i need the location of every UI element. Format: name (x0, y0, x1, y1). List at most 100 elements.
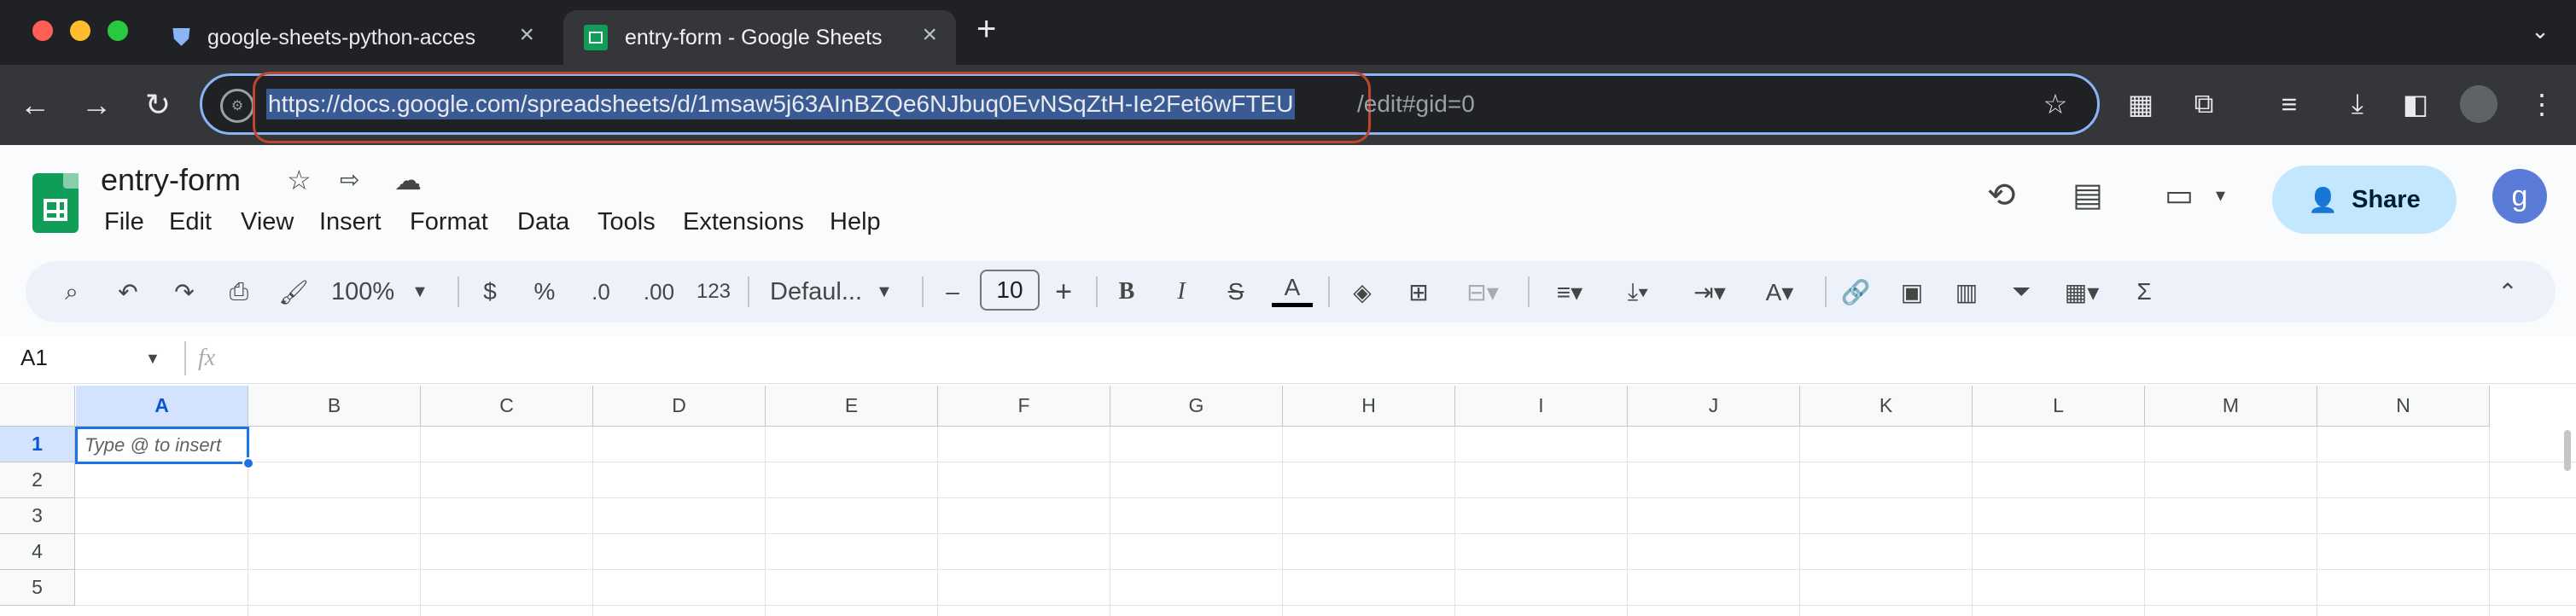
decrease-decimal-button[interactable]: .0 (580, 271, 621, 312)
fill-handle[interactable] (242, 457, 254, 469)
filter-views-icon[interactable]: ▦▾ (2054, 271, 2110, 312)
url-rest-text[interactable]: /edit#gid=0 (1357, 89, 1475, 119)
zoom-select[interactable]: 100% ▼ (331, 271, 437, 312)
print-icon[interactable]: ⎙ (219, 271, 259, 312)
move-folder-icon[interactable]: ⇨ (340, 166, 359, 194)
meet-camera-icon[interactable]: ▭ (2165, 177, 2194, 213)
strikethrough-button[interactable]: S (1219, 271, 1253, 312)
account-avatar[interactable]: g (2492, 169, 2547, 224)
document-title[interactable]: entry-form (101, 162, 241, 198)
redo-icon[interactable]: ↷ (164, 271, 205, 312)
profile-avatar-icon[interactable] (2460, 85, 2497, 123)
url-selected-text[interactable]: https://docs.google.com/spreadsheets/d/1… (266, 89, 1296, 119)
column-header-h[interactable]: H (1283, 386, 1455, 427)
extensions-icon[interactable]: ⧉ (2185, 85, 2223, 123)
text-wrapping-icon[interactable]: ⇥▾ (1681, 271, 1738, 312)
bookmark-star-icon[interactable]: ☆ (2037, 85, 2074, 123)
more-formats-button[interactable]: 123 (693, 271, 734, 312)
horizontal-align-icon[interactable]: ≡▾ (1542, 271, 1598, 312)
italic-button[interactable]: I (1164, 271, 1198, 312)
font-size-input[interactable]: 10 (980, 270, 1040, 311)
vertical-align-icon[interactable]: ⤓▾ (1610, 271, 1666, 312)
row-header-2[interactable]: 2 (0, 462, 75, 498)
functions-icon[interactable]: Σ (2124, 271, 2165, 312)
reading-list-icon[interactable]: ≡ (2270, 85, 2308, 123)
insert-comment-icon[interactable]: ▣ (1891, 271, 1932, 312)
column-header-c[interactable]: C (421, 386, 593, 427)
version-history-icon[interactable]: ⟲ (1987, 176, 2016, 215)
chevron-down-icon[interactable]: ▾ (2216, 184, 2225, 206)
column-header-m[interactable]: M (2145, 386, 2317, 427)
menu-insert[interactable]: Insert (319, 208, 382, 236)
increase-decimal-button[interactable]: .00 (635, 271, 683, 312)
borders-icon[interactable]: ⊞ (1398, 271, 1439, 312)
font-select[interactable]: Defaul... ▼ (770, 271, 906, 312)
text-rotation-icon[interactable]: A▾ (1751, 271, 1808, 312)
active-cell[interactable]: Type @ to insert (75, 427, 249, 464)
menu-file[interactable]: File (104, 208, 144, 236)
undo-icon[interactable]: ↶ (108, 271, 149, 312)
row-header-3[interactable]: 3 (0, 498, 75, 534)
row-header-1[interactable]: 1 (0, 427, 75, 462)
column-header-i[interactable]: I (1455, 386, 1628, 427)
menu-tools[interactable]: Tools (597, 208, 656, 236)
column-header-l[interactable]: L (1973, 386, 2145, 427)
column-header-e[interactable]: E (766, 386, 938, 427)
menu-format[interactable]: Format (410, 208, 488, 236)
select-all-corner[interactable] (0, 386, 75, 427)
download-icon[interactable]: ⤓ (2339, 85, 2376, 123)
column-header-b[interactable]: B (248, 386, 421, 427)
column-header-d[interactable]: D (593, 386, 766, 427)
column-header-g[interactable]: G (1110, 386, 1283, 427)
tab-sheets[interactable]: entry-form - Google Sheets × (563, 10, 956, 65)
column-header-n[interactable]: N (2317, 386, 2490, 427)
text-color-button[interactable]: A (1272, 271, 1313, 307)
qr-code-icon[interactable]: ▦ (2122, 85, 2159, 123)
star-icon[interactable]: ☆ (287, 164, 312, 196)
menu-edit[interactable]: Edit (169, 208, 212, 236)
menu-extensions[interactable]: Extensions (683, 208, 804, 236)
insert-link-icon[interactable]: 🔗 (1835, 271, 1876, 312)
decrease-font-size-button[interactable]: – (935, 271, 970, 312)
menu-data[interactable]: Data (517, 208, 569, 236)
format-currency-button[interactable]: $ (471, 271, 509, 312)
comments-icon[interactable]: ▤ (2072, 176, 2103, 214)
format-percent-button[interactable]: % (526, 271, 563, 312)
column-header-j[interactable]: J (1628, 386, 1800, 427)
share-button[interactable]: 👤 Share (2272, 166, 2457, 234)
cloud-saved-icon[interactable]: ☁ (394, 164, 422, 196)
menu-help[interactable]: Help (830, 208, 881, 236)
vertical-scrollbar[interactable] (2564, 430, 2571, 471)
site-info-icon[interactable]: ⚙ (220, 89, 254, 123)
tab-search-chevron-icon[interactable]: ⌄ (2523, 14, 2557, 48)
row-header-4[interactable]: 4 (0, 534, 75, 570)
bold-button[interactable]: B (1110, 271, 1144, 312)
new-tab-button[interactable]: + (976, 10, 996, 49)
paint-format-icon[interactable]: 🖌 (273, 271, 314, 312)
collapse-toolbar-icon[interactable]: ⌃ (2487, 271, 2528, 312)
fill-color-icon[interactable]: ◈ (1342, 271, 1383, 312)
close-window-button[interactable] (32, 20, 53, 41)
column-header-a[interactable]: A (76, 386, 248, 427)
close-tab-icon[interactable]: × (519, 20, 534, 49)
search-menus-icon[interactable]: ⌕ (51, 271, 92, 312)
maximize-window-button[interactable] (108, 20, 128, 41)
filter-icon[interactable]: ⏷ (2001, 271, 2042, 312)
increase-font-size-button[interactable]: + (1046, 271, 1081, 312)
browser-menu-icon[interactable]: ⋮ (2523, 85, 2561, 123)
tab-docs[interactable]: ⛊ google-sheets-python-acces × (152, 10, 553, 65)
formula-input[interactable] (241, 341, 2545, 379)
close-tab-icon[interactable]: × (922, 20, 937, 49)
minimize-window-button[interactable] (70, 20, 90, 41)
back-arrow-icon[interactable]: ← (14, 84, 56, 126)
column-header-f[interactable]: F (938, 386, 1110, 427)
sheets-logo-icon[interactable] (32, 173, 79, 233)
menu-view[interactable]: View (241, 208, 294, 236)
column-header-k[interactable]: K (1800, 386, 1973, 427)
name-box[interactable]: A1 (20, 345, 48, 371)
chevron-down-icon[interactable]: ▼ (145, 350, 160, 368)
reload-icon[interactable]: ↻ (137, 84, 179, 126)
merge-cells-icon[interactable]: ⊟▾ (1453, 271, 1512, 312)
insert-chart-icon[interactable]: ▥ (1946, 271, 1987, 312)
row-header-5[interactable]: 5 (0, 570, 75, 606)
